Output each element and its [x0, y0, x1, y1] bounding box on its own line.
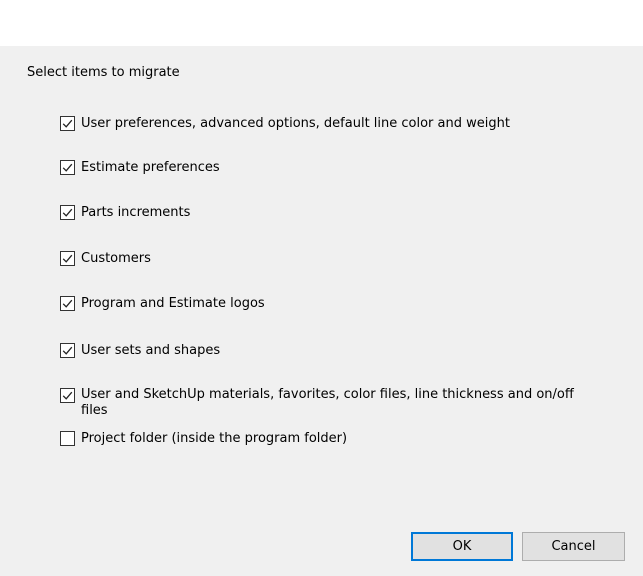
option-estimate-preferences[interactable]: Estimate preferences	[60, 159, 220, 176]
option-user-sets-shapes[interactable]: User sets and shapes	[60, 342, 220, 359]
migrate-dialog: Select items to migrate User preferences…	[0, 0, 643, 576]
check-mark-icon	[62, 346, 73, 355]
option-program-estimate-logos[interactable]: Program and Estimate logos	[60, 295, 265, 312]
checkbox-program-estimate-logos[interactable]	[60, 296, 75, 311]
option-label-user-preferences: User preferences, advanced options, defa…	[81, 116, 510, 131]
option-parts-increments[interactable]: Parts increments	[60, 204, 190, 221]
check-mark-icon	[62, 391, 73, 400]
checkbox-user-preferences[interactable]	[60, 116, 75, 131]
checkbox-customers[interactable]	[60, 251, 75, 266]
checkbox-parts-increments[interactable]	[60, 205, 75, 220]
option-label-program-estimate-logos: Program and Estimate logos	[81, 296, 265, 311]
option-label-user-sets-shapes: User sets and shapes	[81, 343, 221, 358]
checkbox-project-folder[interactable]	[60, 431, 75, 446]
option-label-estimate-preferences: Estimate preferences	[81, 160, 220, 175]
option-label-parts-increments: Parts increments	[81, 205, 191, 220]
option-label-customers: Customers	[81, 251, 151, 266]
checkbox-user-sketchup-materials[interactable]	[60, 388, 75, 403]
cancel-button[interactable]: Cancel	[522, 532, 625, 561]
ok-button[interactable]: OK	[411, 532, 513, 561]
checkbox-user-sets-shapes[interactable]	[60, 343, 75, 358]
check-mark-icon	[62, 299, 73, 308]
check-mark-icon	[62, 254, 73, 263]
dialog-heading: Select items to migrate	[27, 65, 180, 80]
check-mark-icon	[62, 119, 73, 128]
option-label-user-sketchup-materials: User and SketchUp materials, favorites, …	[81, 387, 574, 418]
option-user-sketchup-materials[interactable]: User and SketchUp materials, favorites, …	[60, 387, 596, 419]
option-customers[interactable]: Customers	[60, 250, 151, 267]
check-mark-icon	[62, 163, 73, 172]
option-label-project-folder: Project folder (inside the program folde…	[81, 431, 348, 446]
check-mark-icon	[62, 208, 73, 217]
option-user-preferences[interactable]: User preferences, advanced options, defa…	[60, 115, 510, 132]
checkbox-estimate-preferences[interactable]	[60, 160, 75, 175]
dialog-header-area	[0, 0, 643, 46]
option-project-folder[interactable]: Project folder (inside the program folde…	[60, 430, 347, 447]
